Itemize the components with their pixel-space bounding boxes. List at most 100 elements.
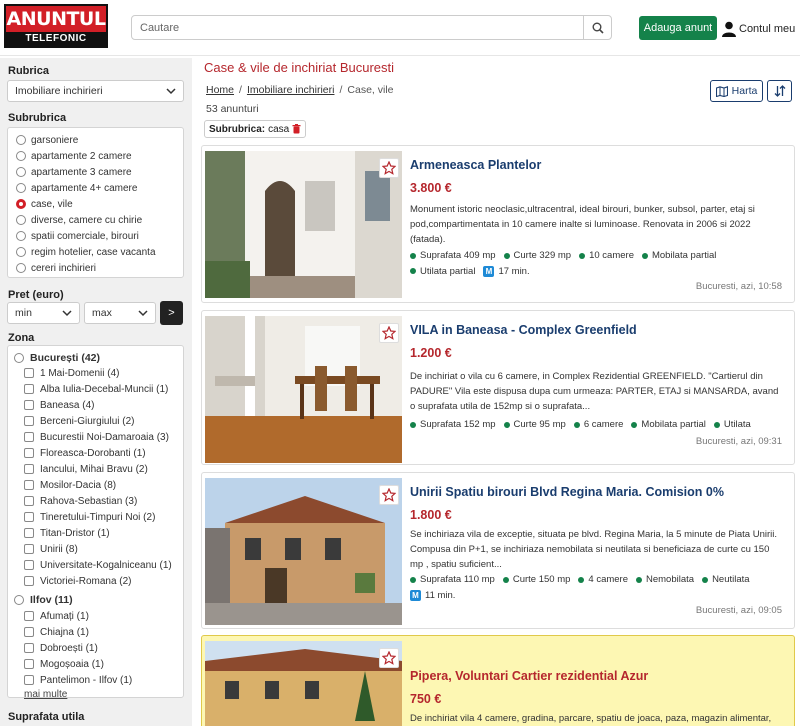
checkbox[interactable] bbox=[24, 416, 34, 426]
checkbox[interactable] bbox=[24, 627, 34, 637]
zone-item[interactable]: Alba Iulia-Decebal-Muncii (1) bbox=[24, 382, 168, 396]
listing-title[interactable]: Armeneasca Plantelor bbox=[410, 158, 541, 172]
listing-photo[interactable] bbox=[205, 641, 402, 726]
checkbox[interactable] bbox=[24, 544, 34, 554]
zone-item[interactable]: Baneasa (4) bbox=[24, 398, 94, 412]
map-button[interactable]: Harta bbox=[710, 80, 763, 102]
subrubrica-option[interactable]: apartamente 3 camere bbox=[16, 165, 132, 179]
zone-item[interactable]: Dobroești (1) bbox=[24, 641, 98, 655]
listing-card[interactable]: Armeneasca Plantelor 3.800 € Monument is… bbox=[201, 145, 795, 303]
checkbox[interactable] bbox=[24, 496, 34, 506]
zone-item[interactable]: Rahova-Sebastian (3) bbox=[24, 494, 137, 508]
radio-button-selected[interactable] bbox=[16, 199, 26, 209]
breadcrumb-home[interactable]: Home bbox=[206, 84, 234, 96]
listing-photo[interactable] bbox=[205, 151, 402, 298]
checkbox[interactable] bbox=[24, 675, 34, 685]
listing-description: Monument istoric neoclasic,ultracentral,… bbox=[410, 204, 755, 245]
checkbox[interactable] bbox=[24, 576, 34, 586]
breadcrumb-category[interactable]: Imobiliare inchirieri bbox=[247, 84, 335, 96]
price-apply-button[interactable]: > bbox=[160, 301, 183, 325]
zone-item[interactable]: Chiajna (1) bbox=[24, 625, 89, 639]
checkbox[interactable] bbox=[24, 560, 34, 570]
subrubrica-option[interactable]: cereri inchirieri bbox=[16, 261, 96, 275]
price-max-value: max bbox=[92, 307, 112, 319]
price-min-select[interactable]: min bbox=[7, 302, 80, 324]
price-max-select[interactable]: max bbox=[84, 302, 156, 324]
listing-title[interactable]: VILA in Baneasa - Complex Greenfield bbox=[410, 323, 637, 337]
zone-item[interactable]: Titan-Dristor (1) bbox=[24, 526, 110, 540]
add-listing-button[interactable]: Adauga anunt bbox=[639, 16, 717, 40]
radio-button[interactable] bbox=[16, 247, 26, 257]
favorite-button[interactable] bbox=[379, 648, 399, 668]
radio-button[interactable] bbox=[16, 183, 26, 193]
checkbox[interactable] bbox=[24, 643, 34, 653]
checkbox[interactable] bbox=[24, 368, 34, 378]
zone-item[interactable]: Mogoșoaia (1) bbox=[24, 657, 104, 671]
sort-button[interactable] bbox=[767, 80, 792, 102]
listing-card[interactable]: Unirii Spatiu birouri Blvd Regina Maria.… bbox=[201, 472, 795, 629]
subrubrica-option[interactable]: garsoniere bbox=[16, 133, 78, 147]
zone-item[interactable]: Tineretului-Timpuri Noi (2) bbox=[24, 510, 155, 524]
checkbox[interactable] bbox=[24, 384, 34, 394]
search-button[interactable] bbox=[583, 16, 611, 39]
listing-title[interactable]: Pipera, Voluntari Cartier rezidential Az… bbox=[410, 669, 648, 683]
rubrica-select[interactable]: Imobiliare inchirieri bbox=[7, 80, 184, 102]
radio-button[interactable] bbox=[16, 151, 26, 161]
radio-button[interactable] bbox=[16, 231, 26, 241]
zone-item[interactable]: Bucurestii Noi-Damaroaia (3) bbox=[24, 430, 169, 444]
listing-card-featured[interactable]: Pipera, Voluntari Cartier rezidential Az… bbox=[201, 635, 795, 726]
radio-button[interactable] bbox=[14, 595, 24, 605]
subrubrica-option[interactable]: apartamente 2 camere bbox=[16, 149, 132, 163]
zone-item[interactable]: Afumați (1) bbox=[24, 609, 89, 623]
radio-button[interactable] bbox=[16, 135, 26, 145]
site-logo[interactable]: ANUNTUL TELEFONIC bbox=[4, 4, 108, 48]
zone-group-bucuresti[interactable]: București (42) bbox=[14, 351, 100, 365]
checkbox[interactable] bbox=[24, 611, 34, 621]
checkbox[interactable] bbox=[24, 464, 34, 474]
zone-item[interactable]: Mosilor-Dacia (8) bbox=[24, 478, 116, 492]
checkbox[interactable] bbox=[24, 512, 34, 522]
zone-item[interactable]: Berceni-Giurgiului (2) bbox=[24, 414, 134, 428]
zone-item[interactable]: 1 Mai-Domenii (4) bbox=[24, 366, 119, 380]
feature-item: Utilata partial bbox=[410, 264, 475, 279]
favorite-button[interactable] bbox=[379, 323, 399, 343]
listing-description: De inchiriat o vila cu 6 camere, in Comp… bbox=[410, 371, 779, 412]
favorite-button[interactable] bbox=[379, 158, 399, 178]
favorite-button[interactable] bbox=[379, 485, 399, 505]
listing-features: Suprafata 110 mp Curte 150 mp 4 camere Nemo… bbox=[410, 572, 790, 603]
search-input[interactable] bbox=[132, 16, 582, 39]
checkbox[interactable] bbox=[24, 528, 34, 538]
zone-item[interactable]: Iancului, Mihai Bravu (2) bbox=[24, 462, 148, 476]
zone-item[interactable]: Unirii (8) bbox=[24, 542, 78, 556]
trash-icon[interactable] bbox=[292, 124, 301, 134]
radio-button[interactable] bbox=[16, 215, 26, 225]
checkbox[interactable] bbox=[24, 400, 34, 410]
zone-item[interactable]: Pantelimon - Ilfov (1) bbox=[24, 673, 132, 687]
feature-item: Curte 95 mp bbox=[503, 417, 566, 432]
account-link[interactable]: Contul meu bbox=[722, 18, 795, 40]
zone-group-ilfov[interactable]: Ilfov (11) bbox=[14, 593, 73, 607]
feature-text: Curte 329 mp bbox=[513, 250, 572, 261]
checkbox[interactable] bbox=[24, 480, 34, 490]
subrubrica-option[interactable]: spatii comerciale, birouri bbox=[16, 229, 139, 243]
radio-button[interactable] bbox=[16, 167, 26, 177]
listing-card[interactable]: VILA in Baneasa - Complex Greenfield 1.2… bbox=[201, 310, 795, 465]
zone-item[interactable]: Victoriei-Romana (2) bbox=[24, 574, 132, 588]
subrubrica-option[interactable]: apartamente 4+ camere bbox=[16, 181, 137, 195]
checkbox[interactable] bbox=[24, 659, 34, 669]
subrubrica-option[interactable]: case, vile bbox=[16, 197, 73, 211]
subrubrica-option[interactable]: diverse, camere cu chirie bbox=[16, 213, 142, 227]
radio-button[interactable] bbox=[14, 353, 24, 363]
checkbox[interactable] bbox=[24, 448, 34, 458]
zone-item[interactable]: Universitate-Kogalniceanu (1) bbox=[24, 558, 172, 572]
zone-item[interactable]: Floreasca-Dorobanti (1) bbox=[24, 446, 146, 460]
feature-item: Curte 150 mp bbox=[502, 572, 570, 587]
subrubrica-option[interactable]: regim hotelier, case vacanta bbox=[16, 245, 156, 259]
checkbox[interactable] bbox=[24, 432, 34, 442]
radio-button[interactable] bbox=[16, 263, 26, 273]
listing-price: 1.800 € bbox=[410, 508, 452, 522]
listing-photo[interactable] bbox=[205, 478, 402, 625]
listing-title[interactable]: Unirii Spatiu birouri Blvd Regina Maria.… bbox=[410, 485, 724, 499]
more-zones-link[interactable]: mai multe bbox=[24, 689, 67, 700]
listing-photo[interactable] bbox=[205, 316, 402, 463]
